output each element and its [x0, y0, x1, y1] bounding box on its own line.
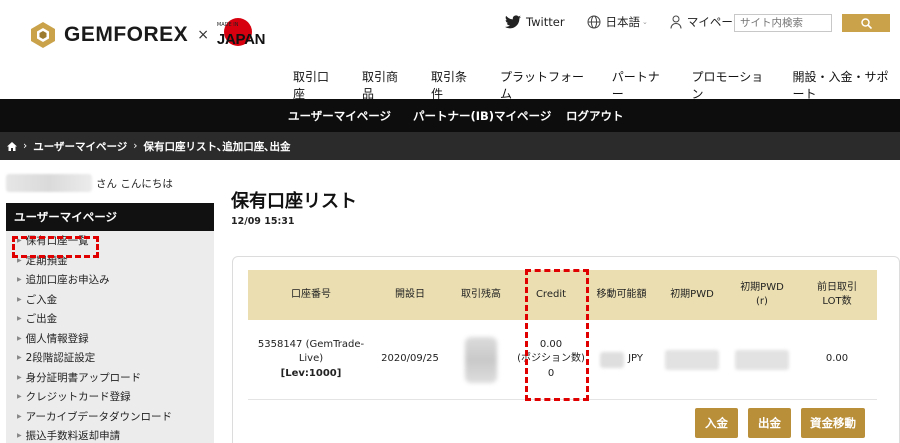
cell-open-date: 2020/09/25	[381, 353, 439, 365]
header-initial-pwd-r: 初期PWD (r)	[740, 281, 784, 308]
sidebar-item-deposit[interactable]: ▶ ご入金	[6, 290, 214, 310]
sidebar-item-withdrawal[interactable]: ▶ ご出金	[6, 309, 214, 329]
language-selector[interactable]: 日本語 ⌄	[587, 14, 648, 30]
sidebar-item-archive-download[interactable]: ▶ アーカイブデータダウンロード	[6, 407, 214, 427]
cell-prev-day-lots: 0.00	[825, 353, 849, 365]
triangle-icon: ▶	[17, 315, 22, 323]
sidebar-item-personal-info[interactable]: ▶ 個人情報登録	[6, 329, 214, 349]
nav-support[interactable]: 開設・入金・サポート	[793, 68, 900, 102]
triangle-icon: ▶	[17, 276, 22, 284]
search-button[interactable]	[842, 14, 890, 32]
sub-nav-user-page[interactable]: ユーザーマイページ	[288, 108, 391, 124]
search-icon	[860, 17, 872, 29]
header-prev-day-lots: 前日取引 LOT数	[817, 281, 857, 308]
triangle-icon: ▶	[17, 393, 22, 401]
twitter-icon	[505, 15, 521, 29]
globe-icon	[587, 15, 601, 29]
cell-account-number[interactable]: 5358147 (GemTrade-Live) [Lev:1000]	[248, 320, 374, 399]
gemforex-logo-icon	[28, 20, 58, 50]
sidebar-item-2fa[interactable]: ▶ 2段階認証設定	[6, 348, 214, 368]
page-title: 保有口座リスト	[231, 191, 357, 212]
sidebar-item-credit-card[interactable]: ▶ クレジットカード登録	[6, 387, 214, 407]
brand-name: GEMFOREX	[64, 23, 189, 46]
made-in-japan-logo: MADE IN JAPAN	[217, 18, 265, 52]
twitter-link[interactable]: Twitter	[505, 15, 565, 29]
page-timestamp: 12/09 15:31	[231, 216, 295, 227]
nav-conditions[interactable]: 取引条件	[431, 68, 474, 102]
logo-times: ×	[197, 27, 209, 43]
chevron-down-icon: ⌄	[642, 18, 648, 26]
cell-initial-pwd-r	[727, 320, 797, 399]
triangle-icon: ▶	[17, 432, 22, 440]
cell-balance	[446, 320, 516, 399]
header-account-number: 口座番号	[291, 288, 331, 300]
blurred-pwd-r	[735, 349, 789, 370]
deposit-button[interactable]: 入金	[695, 408, 738, 438]
breadcrumb-current: 保有口座リスト､追加口座､出金	[143, 140, 291, 153]
transfer-button[interactable]: 資金移動	[801, 408, 865, 438]
breadcrumb-separator: ›	[133, 140, 138, 152]
cell-transferable: JPY	[586, 320, 657, 399]
nav-partner[interactable]: パートナー	[612, 68, 666, 102]
sidebar-item-fee-refund[interactable]: ▶ 振込手数料返却申請	[6, 426, 214, 443]
sub-nav-bar: ユーザーマイページ パートナー(IB)マイページ ログアウト	[0, 99, 900, 132]
breadcrumb-user-page[interactable]: ユーザーマイページ	[33, 139, 127, 154]
greeting: さん こんにちは	[6, 174, 173, 192]
breadcrumb-separator: ›	[23, 140, 28, 152]
triangle-icon: ▶	[17, 354, 22, 362]
sidebar-menu: ▶ 保有口座一覧 ▶ 定期預金 ▶ 追加口座お申込み ▶ ご入金 ▶ ご出金 ▶ 個人情報登…	[6, 231, 214, 443]
header-transferable: 移動可能額	[596, 288, 647, 300]
gemforex-logo[interactable]: GEMFOREX × MADE IN JAPAN	[28, 18, 265, 52]
nav-platform[interactable]: プラットフォーム	[500, 68, 586, 102]
blurred-user-name	[6, 174, 92, 192]
sub-nav-partner-page[interactable]: パートナー(IB)マイページ	[413, 108, 551, 124]
sidebar-heading: ユーザーマイページ	[6, 203, 214, 231]
withdraw-button[interactable]: 出金	[748, 408, 791, 438]
sub-nav-logout[interactable]: ログアウト	[566, 108, 624, 124]
triangle-icon: ▶	[17, 334, 22, 342]
header-open-date: 開設日	[395, 288, 425, 300]
home-icon[interactable]	[7, 141, 17, 151]
header-balance: 取引残高	[461, 288, 501, 300]
user-icon	[670, 15, 682, 29]
sidebar-item-id-upload[interactable]: ▶ 身分証明書アップロード	[6, 368, 214, 388]
triangle-icon: ▶	[17, 412, 22, 420]
nav-products[interactable]: 取引商品	[362, 68, 405, 102]
site-search-input[interactable]	[734, 14, 832, 32]
highlight-box-credit	[525, 269, 589, 401]
main-nav: 取引口座 取引商品 取引条件 プラットフォーム パートナー プロモーション 開設…	[293, 68, 900, 102]
nav-promotion[interactable]: プロモーション	[691, 68, 766, 102]
highlight-box-accounts	[12, 236, 99, 258]
blurred-balance	[465, 336, 497, 383]
triangle-icon: ▶	[17, 373, 22, 381]
nav-trading-accounts[interactable]: 取引口座	[293, 68, 336, 102]
blurred-transferable	[600, 351, 625, 368]
cell-initial-pwd	[657, 320, 727, 399]
triangle-icon: ▶	[17, 295, 22, 303]
blurred-pwd	[665, 349, 719, 370]
breadcrumb: › ユーザーマイページ › 保有口座リスト､追加口座､出金	[0, 132, 900, 160]
header-initial-pwd: 初期PWD	[670, 288, 714, 300]
sidebar-item-additional-account[interactable]: ▶ 追加口座お申込み	[6, 270, 214, 290]
